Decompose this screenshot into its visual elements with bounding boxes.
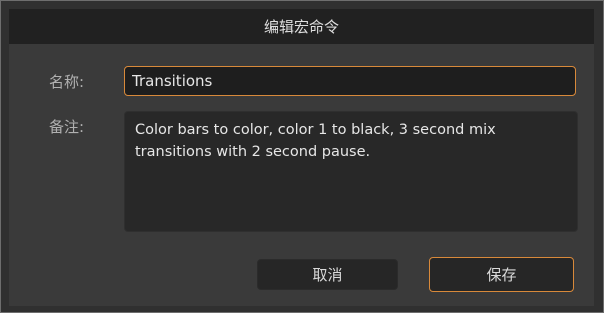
dialog-title: 编辑宏命令 (9, 9, 594, 44)
notes-label: 备注: (49, 118, 85, 136)
edit-macro-dialog: 编辑宏命令 名称: 备注: Color bars to color, color… (0, 0, 604, 313)
save-button[interactable]: 保存 (429, 257, 574, 292)
dialog-body: 名称: 备注: Color bars to color, color 1 to … (9, 44, 594, 306)
name-input[interactable] (124, 66, 576, 96)
notes-textarea[interactable]: Color bars to color, color 1 to black, 3… (124, 111, 578, 232)
name-label: 名称: (49, 73, 85, 91)
cancel-button[interactable]: 取消 (257, 259, 398, 290)
